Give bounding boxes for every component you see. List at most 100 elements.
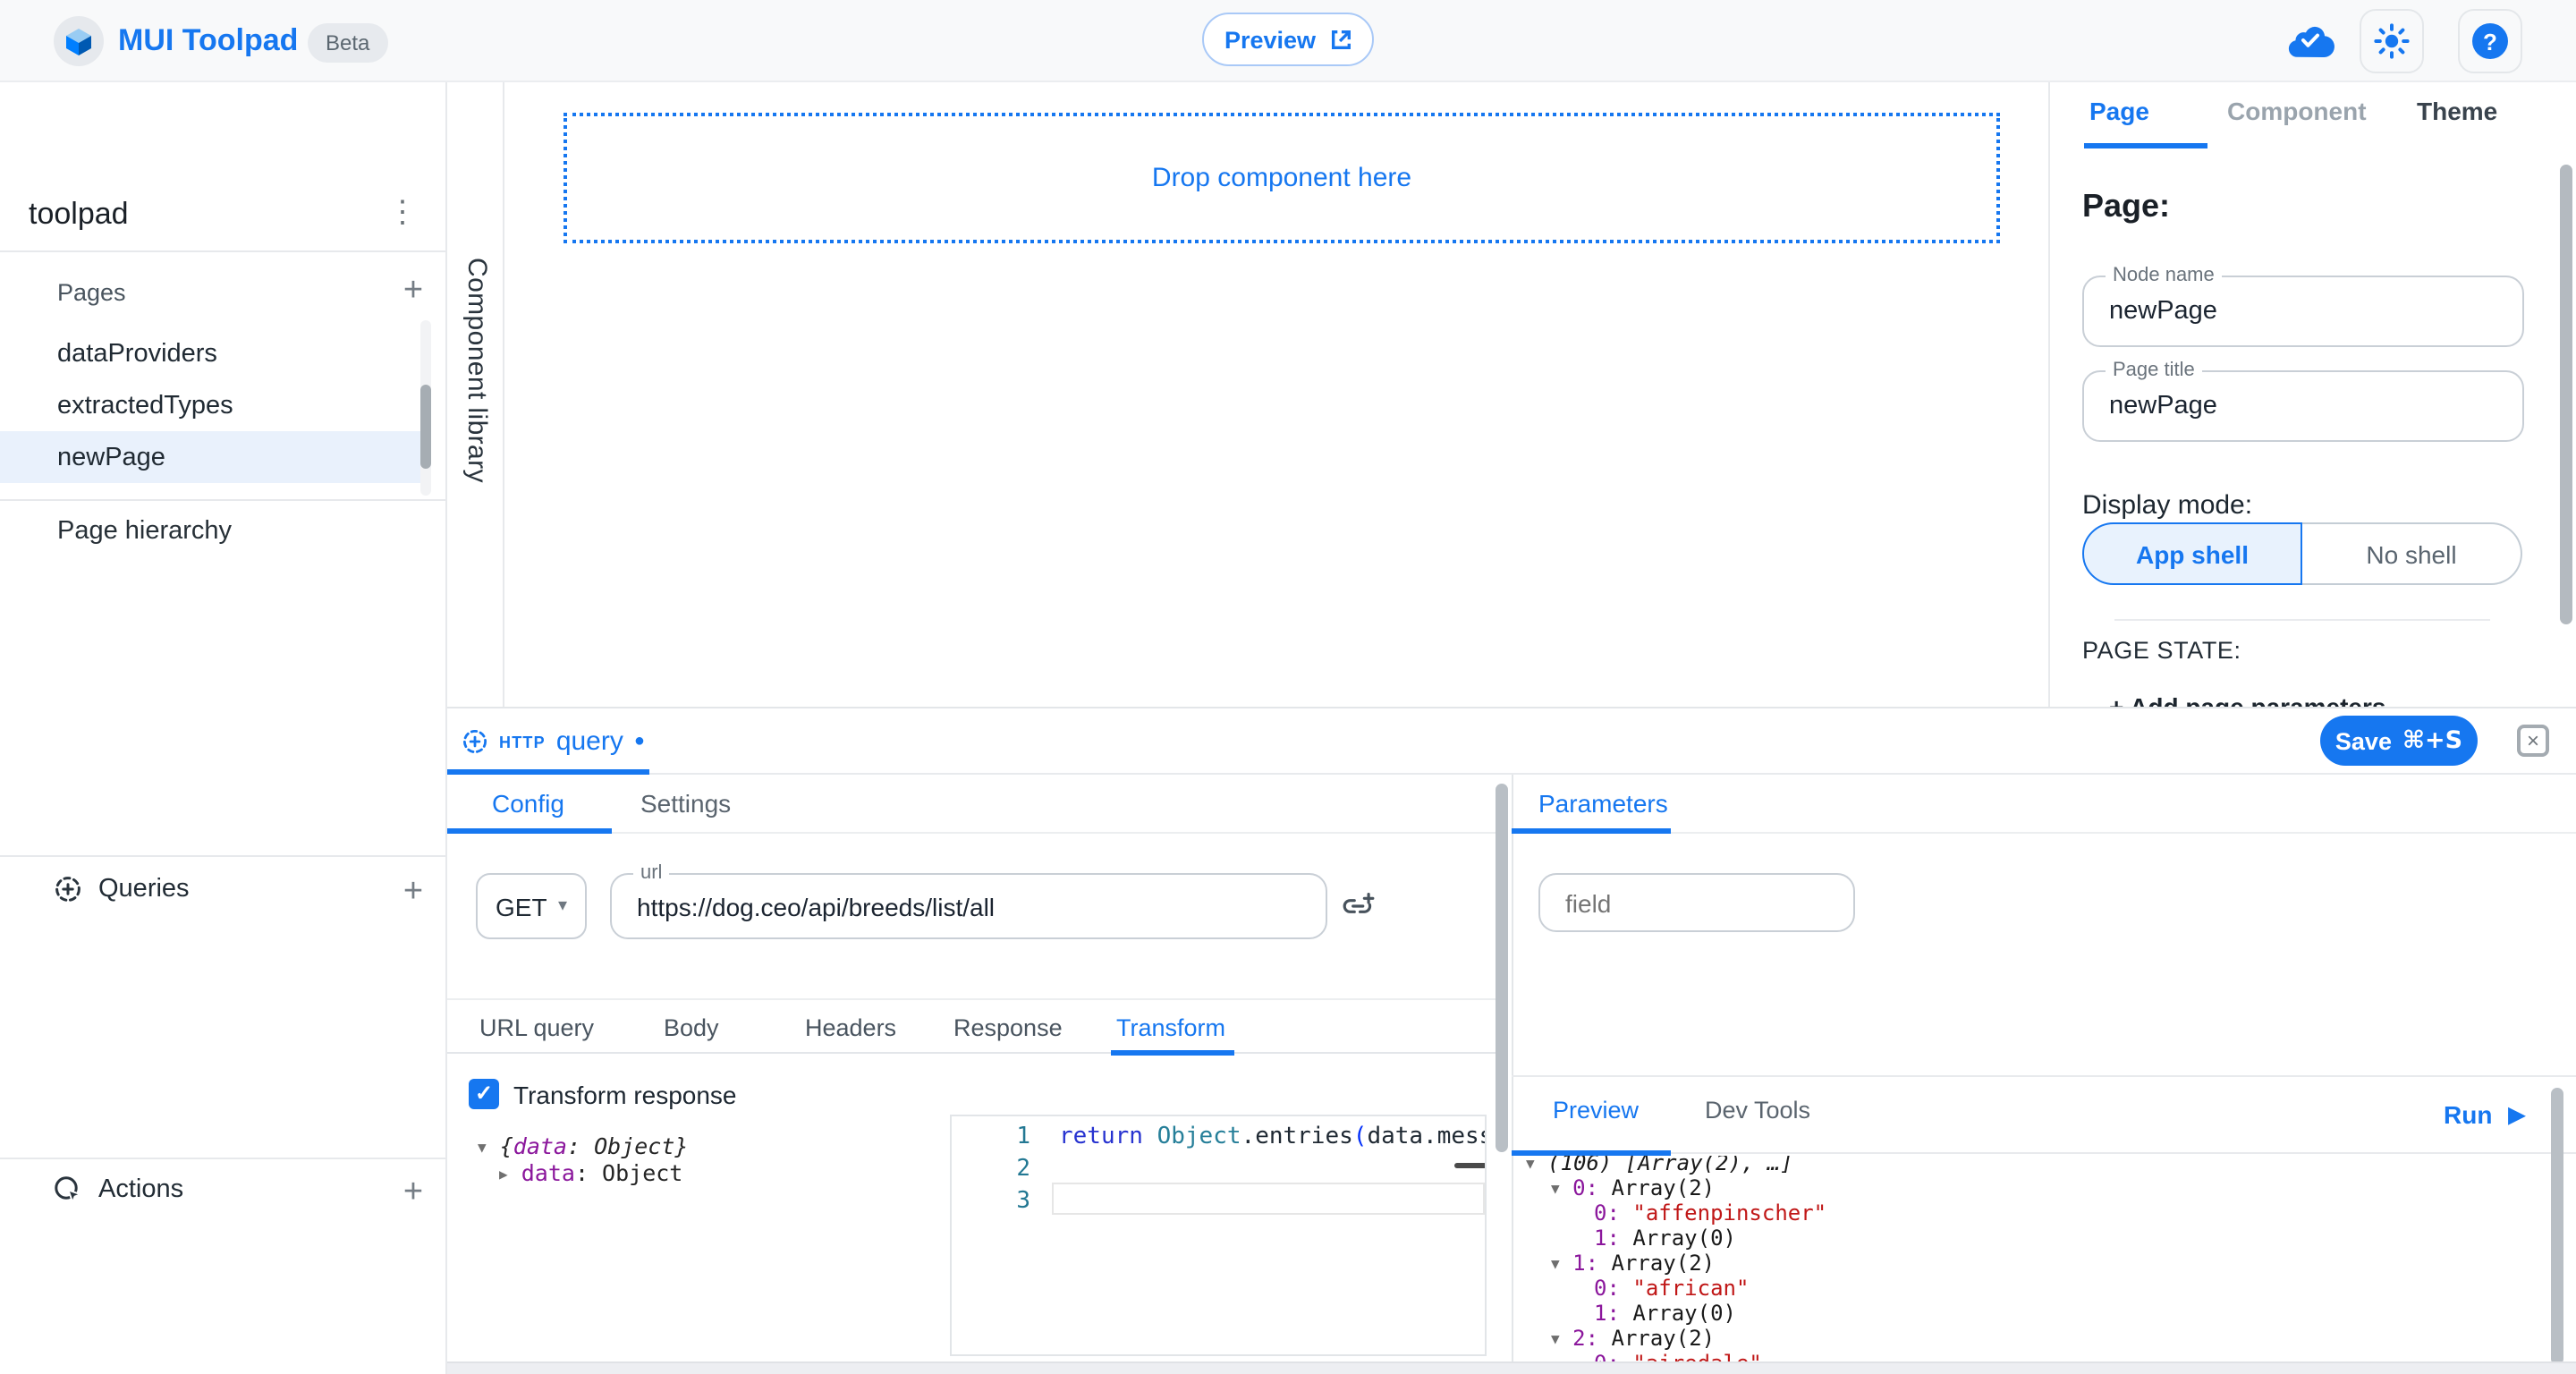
add-page-button[interactable]: + bbox=[394, 272, 433, 311]
close-panel-button[interactable]: × bbox=[2517, 725, 2549, 757]
url-input[interactable] bbox=[612, 875, 1326, 937]
tab-response[interactable]: Response bbox=[953, 1014, 1063, 1041]
tab-component[interactable]: Component bbox=[2227, 97, 2367, 125]
tab-page[interactable]: Page bbox=[2089, 97, 2149, 125]
tab-preview[interactable]: Preview bbox=[1553, 1097, 1639, 1124]
cloud-done-icon[interactable] bbox=[2286, 23, 2334, 59]
horizontal-scrollbar[interactable] bbox=[447, 1361, 2576, 1374]
actions-icon bbox=[54, 1175, 82, 1204]
light-mode-toggle-button[interactable] bbox=[2360, 9, 2424, 73]
drop-zone[interactable]: Drop component here bbox=[564, 113, 2000, 243]
http-query-icon bbox=[462, 728, 488, 755]
tree-row[interactable]: 0: "african" bbox=[1594, 1276, 1749, 1301]
display-mode-label: Display mode: bbox=[2082, 490, 2252, 521]
config-scrollbar-thumb[interactable] bbox=[1496, 784, 1508, 1152]
sidebar-item-newpage[interactable]: newPage bbox=[0, 431, 422, 483]
tab-dev-tools[interactable]: Dev Tools bbox=[1705, 1097, 1810, 1124]
light-mode-icon bbox=[2374, 23, 2410, 59]
scope-tree-root[interactable]: ▼ {data: Object} bbox=[478, 1132, 688, 1159]
tab-settings[interactable]: Settings bbox=[640, 789, 731, 818]
inspector-panel: Page Component Theme Page: Node name Pag… bbox=[2048, 82, 2576, 707]
queries-section-header: Queries bbox=[54, 875, 190, 903]
query-panel-header: HTTP query ● Save ⌘+S × bbox=[447, 708, 2576, 775]
app-shell-toggle[interactable]: App shell bbox=[2082, 522, 2302, 585]
result-scrollbar-thumb[interactable] bbox=[2551, 1088, 2563, 1365]
sidebar-item-dataproviders[interactable]: dataProviders bbox=[0, 327, 422, 379]
current-line-highlight bbox=[1052, 1183, 1485, 1215]
transform-response-label: Transform response bbox=[513, 1081, 737, 1109]
tree-row[interactable]: 1: Array(0) bbox=[1594, 1301, 1736, 1326]
save-shortcut: ⌘+S bbox=[2402, 726, 2462, 755]
scope-tree-child[interactable]: ▶ data: Object bbox=[499, 1159, 682, 1186]
code-overflow-dash bbox=[1454, 1163, 1487, 1168]
project-name: toolpad bbox=[29, 197, 129, 233]
tab-config[interactable]: Config bbox=[492, 789, 564, 818]
tab-body[interactable]: Body bbox=[664, 1014, 719, 1041]
tab-headers[interactable]: Headers bbox=[805, 1014, 896, 1041]
add-page-parameters-button[interactable]: + Add page parameters bbox=[2109, 692, 2385, 707]
plus-icon: + bbox=[403, 1174, 423, 1211]
node-name-field[interactable]: Node name bbox=[2082, 276, 2524, 347]
sidebar-item-extractedtypes[interactable]: extractedTypes bbox=[0, 379, 422, 431]
result-json-tree[interactable]: ▼ (106) [Array(2), …] ▼ 0: Array(2) 0: "… bbox=[1512, 1156, 2549, 1361]
beta-badge: Beta bbox=[308, 23, 387, 63]
tree-row[interactable]: ▼ 1: Array(2) bbox=[1551, 1251, 1715, 1276]
divider bbox=[0, 855, 447, 857]
parameter-field[interactable] bbox=[1538, 873, 1855, 932]
tree-row[interactable]: 1: Array(0) bbox=[1594, 1226, 1736, 1251]
save-button[interactable]: Save ⌘+S bbox=[2320, 716, 2478, 766]
method-value: GET bbox=[496, 892, 547, 920]
page-title-input[interactable] bbox=[2084, 372, 2522, 440]
page-title-field[interactable]: Page title bbox=[2082, 370, 2524, 442]
method-select[interactable]: GET ▾ bbox=[476, 873, 587, 939]
plus-icon: + bbox=[403, 272, 423, 310]
result-tabs-row: Preview Dev Tools Run ▶ bbox=[1512, 1075, 2576, 1154]
component-library-panel[interactable]: ▶ Component library bbox=[447, 82, 504, 707]
active-subtab-indicator bbox=[1111, 1050, 1234, 1056]
code-line-1: return Object.entries(data.messag bbox=[1059, 1124, 1487, 1150]
url-field[interactable]: url bbox=[610, 873, 1327, 939]
transform-response-checkbox[interactable]: ✓ bbox=[469, 1079, 499, 1109]
help-button[interactable]: ? bbox=[2458, 9, 2522, 73]
pages-scrollbar-thumb[interactable] bbox=[420, 385, 431, 469]
pages-section-label: Pages bbox=[57, 279, 126, 306]
node-name-input[interactable] bbox=[2084, 277, 2522, 345]
parameter-input[interactable] bbox=[1540, 875, 1853, 930]
tree-row[interactable]: ▼ (106) [Array(2), …] bbox=[1526, 1156, 1793, 1175]
expander-open-icon[interactable]: ▼ bbox=[478, 1140, 487, 1156]
tree-row[interactable]: ▼ 0: Array(2) bbox=[1551, 1175, 1715, 1200]
help-icon: ? bbox=[2472, 23, 2508, 59]
queries-icon bbox=[54, 875, 82, 903]
plus-icon: + bbox=[403, 873, 423, 911]
config-tabs-row: Config Settings bbox=[447, 775, 1499, 834]
tab-theme[interactable]: Theme bbox=[2417, 97, 2497, 125]
chevron-down-icon: ▾ bbox=[558, 896, 567, 916]
close-icon: × bbox=[2527, 728, 2539, 753]
check-icon: ✓ bbox=[475, 1081, 493, 1106]
run-button[interactable]: Run ▶ bbox=[2444, 1100, 2525, 1129]
page-hierarchy-item[interactable]: Page hierarchy bbox=[57, 517, 232, 546]
query-tab[interactable]: HTTP query ● bbox=[462, 726, 645, 757]
preview-button-label: Preview bbox=[1224, 26, 1316, 53]
actions-section-label: Actions bbox=[98, 1175, 183, 1204]
add-action-button[interactable]: + bbox=[394, 1174, 433, 1213]
tree-row[interactable]: 0: "affenpinscher" bbox=[1594, 1200, 1826, 1226]
tree-row[interactable]: ▼ 2: Array(2) bbox=[1551, 1326, 1715, 1351]
tab-url-query[interactable]: URL query bbox=[479, 1014, 594, 1041]
add-link-icon[interactable] bbox=[1342, 889, 1376, 923]
tab-parameters[interactable]: Parameters bbox=[1538, 789, 1668, 818]
tree-row[interactable]: 0: "airedale" bbox=[1594, 1351, 1762, 1361]
project-menu-button[interactable]: ⋮ bbox=[383, 193, 422, 233]
tab-transform[interactable]: Transform bbox=[1116, 1014, 1225, 1041]
preview-button[interactable]: Preview bbox=[1202, 13, 1374, 66]
play-icon: ▶ bbox=[2508, 1102, 2524, 1127]
query-name-label: query bbox=[556, 726, 623, 757]
open-in-new-icon bbox=[1328, 28, 1352, 51]
expander-closed-icon[interactable]: ▶ bbox=[499, 1166, 508, 1183]
transform-code-editor[interactable]: 1 2 3 return Object.entries(data.messag bbox=[950, 1115, 1487, 1356]
inspector-scrollbar-thumb[interactable] bbox=[2560, 165, 2572, 624]
no-shell-toggle[interactable]: No shell bbox=[2302, 522, 2522, 585]
request-subtabs-row: URL query Body Headers Response Transfor… bbox=[447, 998, 1499, 1054]
add-query-button[interactable]: + bbox=[394, 873, 433, 912]
page-title-label: Page title bbox=[2106, 360, 2202, 381]
